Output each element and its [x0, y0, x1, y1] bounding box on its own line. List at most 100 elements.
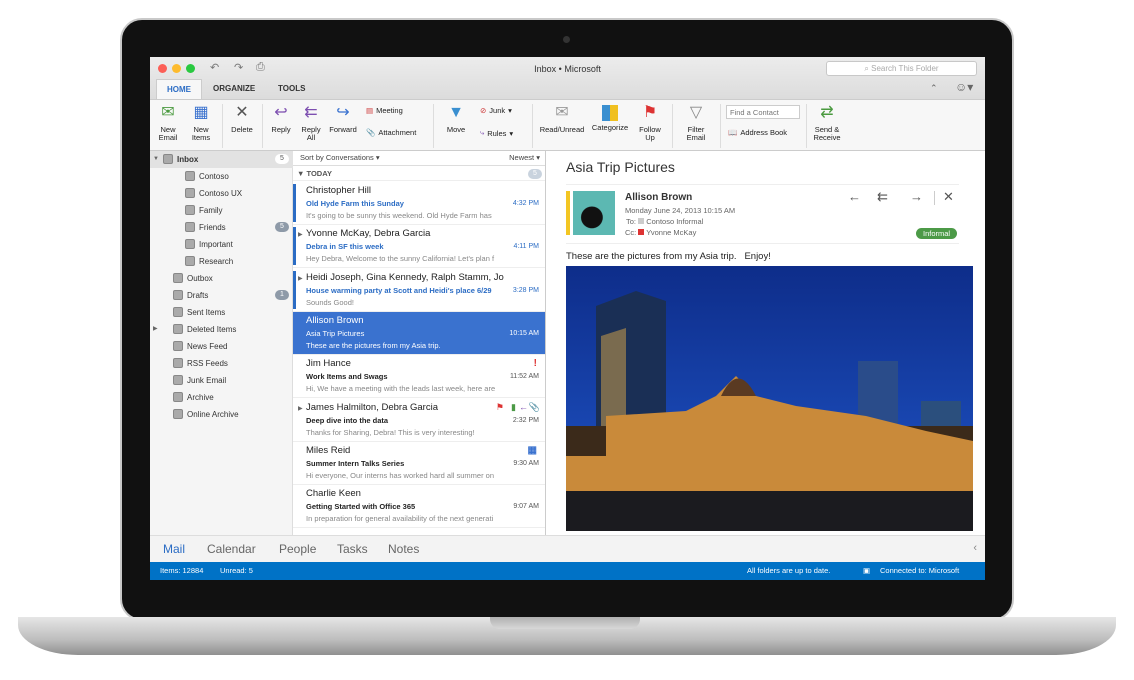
- reply-all-button[interactable]: ⇇ Reply All: [297, 103, 325, 142]
- message-item[interactable]: ▶ James Halmilton, Debra Garcia Deep dive …: [293, 399, 545, 442]
- folder-family[interactable]: Family: [150, 202, 293, 219]
- folder-contoso[interactable]: Contoso: [150, 168, 293, 185]
- new-items-button[interactable]: ▦ New Items: [186, 103, 216, 142]
- message-item[interactable]: ▶ Heidi Joseph, Gina Kennedy, Ralph Stamm…: [293, 269, 545, 312]
- follow-up-button[interactable]: ⚑ Follow Up: [634, 103, 666, 142]
- collapse-chevron-icon[interactable]: ‹: [973, 542, 977, 554]
- folder-label: Research: [199, 257, 234, 266]
- sort-dropdown[interactable]: Sort by Conversations ▾: [300, 153, 380, 162]
- folder-icon: [185, 222, 195, 232]
- category-stripe: [566, 191, 570, 235]
- message-item[interactable]: Jim Hance Work Items and Swags 11:52 AM Hi,…: [293, 355, 545, 399]
- exchange-icon: ▣: [863, 566, 871, 575]
- find-contact-input[interactable]: [726, 105, 800, 119]
- folder-label: Friends: [199, 223, 226, 232]
- expand-triangle-icon[interactable]: ▶: [153, 321, 158, 338]
- folder-label: Junk Email: [187, 376, 227, 385]
- folder-online-archive[interactable]: Online Archive: [150, 406, 293, 423]
- message-date: Monday June 24, 2013 10:15 AM: [625, 206, 736, 215]
- rules-button[interactable]: ⤷ Rules ▾: [480, 128, 513, 138]
- category-icon: ▮: [511, 401, 516, 412]
- folder-sent-items[interactable]: Sent Items: [150, 304, 293, 321]
- new-email-button[interactable]: ✉ New Email: [155, 103, 181, 142]
- unread-badge: 5: [275, 222, 289, 232]
- expand-thread-icon[interactable]: ▶: [298, 231, 303, 238]
- message-preview: Hi everyone, Our interns has worked hard…: [306, 470, 494, 480]
- attachment-button[interactable]: 📎 Attachment: [366, 128, 416, 137]
- camera: [563, 36, 570, 43]
- message-from: Heidi Joseph, Gina Kennedy, Ralph Stamm,…: [306, 271, 504, 283]
- expand-thread-icon[interactable]: ▶: [298, 275, 303, 282]
- tab-organize[interactable]: ORGANIZE: [203, 79, 265, 99]
- replied-icon: ←: [519, 401, 528, 412]
- message-item[interactable]: Charlie Keen Getting Started with Office …: [293, 485, 545, 529]
- category-badge[interactable]: Informal: [916, 228, 958, 239]
- folder-research[interactable]: Research: [150, 253, 293, 270]
- folder-rss-feeds[interactable]: RSS Feeds: [150, 355, 293, 372]
- message-subject: Asia Trip Pictures: [306, 328, 365, 338]
- expand-triangle-icon[interactable]: ▼: [153, 151, 159, 168]
- folder-archive[interactable]: Archive: [150, 389, 293, 406]
- folder-friends[interactable]: Friends 5: [150, 219, 293, 236]
- message-item[interactable]: Allison Brown Asia Trip Pictures 10:15 AM T…: [293, 311, 545, 355]
- folder-icon: [185, 171, 195, 181]
- address-book-button[interactable]: 📖 Address Book: [728, 128, 787, 137]
- folder-important[interactable]: Important: [150, 236, 293, 253]
- message-time: 9:07 AM: [513, 503, 539, 511]
- read-unread-button[interactable]: ✉ Read/Unread: [537, 103, 587, 134]
- categorize-button[interactable]: Categorize: [590, 103, 630, 132]
- ribbon: ✉ New Email ▦ New Items ✕ Delete ↩ Reply ⇇ Re…: [150, 99, 985, 151]
- move-folder-icon: ▼: [448, 104, 464, 121]
- rules-icon: ⤷: [480, 128, 485, 137]
- reply-button[interactable]: ↩ Reply: [268, 103, 294, 134]
- navigation-bar: Mail Calendar People Tasks Notes ‹: [150, 535, 985, 562]
- news-icon: [173, 341, 183, 351]
- reply-all-icon[interactable]: ⇇: [877, 189, 888, 205]
- expand-thread-icon[interactable]: ▶: [298, 405, 303, 412]
- forward-button[interactable]: ↪ Forward: [327, 103, 359, 134]
- rss-icon: [173, 358, 183, 368]
- message-subject: House warming party at Scott and Heidi's…: [306, 285, 492, 295]
- sent-icon: [173, 307, 183, 317]
- close-icon[interactable]: ✕: [943, 189, 954, 205]
- folder-junk-email[interactable]: Junk Email: [150, 372, 293, 389]
- tab-home[interactable]: HOME: [156, 79, 202, 99]
- message-item[interactable]: Christopher Hill Old Hyde Farm this Sunda…: [293, 182, 545, 225]
- nav-calendar[interactable]: Calendar: [207, 542, 256, 556]
- message-item[interactable]: Miles Reid Summer Intern Talks Series 9:30…: [293, 442, 545, 485]
- delete-button[interactable]: ✕ Delete: [228, 103, 256, 134]
- junk-button[interactable]: ⊘ Junk ▾: [480, 106, 512, 115]
- forward-icon: ↪: [336, 104, 350, 121]
- forward-icon[interactable]: →: [910, 189, 923, 204]
- folder-deleted-items[interactable]: ▶ Deleted Items: [150, 321, 293, 338]
- move-button[interactable]: ▼ Move: [440, 103, 472, 134]
- collapse-ribbon-icon[interactable]: ⌃: [930, 83, 938, 94]
- order-dropdown[interactable]: Newest ▾: [509, 153, 540, 162]
- status-bar: Items: 12884 Unread: 5 All folders are u…: [150, 562, 985, 580]
- junk-icon: [173, 375, 183, 385]
- send-receive-icon: ⇄: [820, 104, 834, 121]
- folder-contoso-ux[interactable]: Contoso UX: [150, 185, 293, 202]
- folder-news-feed[interactable]: News Feed: [150, 338, 293, 355]
- drafts-icon: [173, 290, 183, 300]
- sender-name[interactable]: Allison Brown: [625, 192, 692, 203]
- feedback-smiley-icon[interactable]: ☺▾: [955, 80, 973, 94]
- tab-tools[interactable]: TOOLS: [268, 79, 315, 99]
- message-title: Asia Trip Pictures: [566, 159, 675, 175]
- meeting-button[interactable]: ▤ Meeting: [366, 106, 403, 115]
- nav-notes[interactable]: Notes: [388, 542, 419, 556]
- folder-inbox[interactable]: ▼ Inbox 5: [150, 151, 293, 168]
- nav-people[interactable]: People: [279, 542, 316, 556]
- folder-drafts[interactable]: Drafts 1: [150, 287, 293, 304]
- group-header-today[interactable]: ▼ TODAY 5: [293, 165, 545, 181]
- message-item[interactable]: ▶ Yvonne McKay, Debra Garcia Debra in SF t…: [293, 225, 545, 269]
- reply-icon[interactable]: ←: [848, 189, 861, 204]
- folder-label: Drafts: [187, 291, 209, 300]
- folder-label: Deleted Items: [187, 325, 237, 334]
- nav-tasks[interactable]: Tasks: [337, 542, 368, 556]
- folder-outbox[interactable]: Outbox: [150, 270, 293, 287]
- send-receive-button[interactable]: ⇄ Send & Receive: [810, 103, 844, 142]
- nav-mail[interactable]: Mail: [163, 542, 185, 556]
- search-input[interactable]: ⌕ Search This Folder: [826, 61, 977, 76]
- filter-email-button[interactable]: ▽ Filter Email: [678, 103, 714, 142]
